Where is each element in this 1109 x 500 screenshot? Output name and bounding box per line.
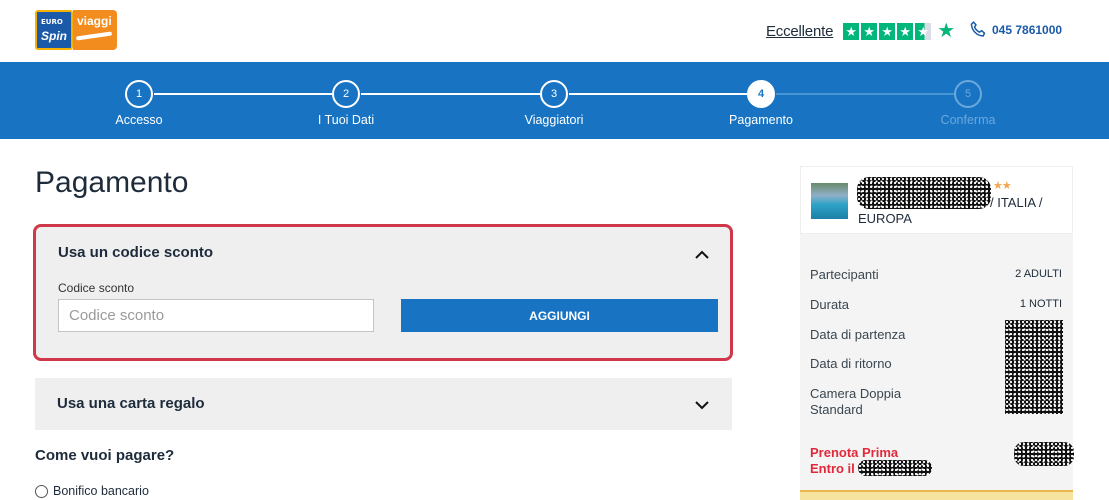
step-number: 3 xyxy=(540,80,568,108)
summary-label: Camera Doppia Standard xyxy=(810,386,902,417)
page-title: Pagamento xyxy=(35,166,189,199)
hotel-region: EUROPA xyxy=(858,211,912,226)
summary-value: 2 ADULTI xyxy=(1015,268,1062,280)
chevron-up-icon[interactable] xyxy=(694,247,710,263)
payment-option-bonifico[interactable]: Bonifico bancario xyxy=(35,484,149,498)
step-label: Accesso xyxy=(115,113,163,127)
logo-spin-text: Spin xyxy=(41,29,67,43)
step-number: 4 xyxy=(747,80,775,108)
half-star-icon: ★ xyxy=(915,22,932,40)
step-number: 1 xyxy=(125,80,153,108)
gift-card-title[interactable]: Usa una carta regalo xyxy=(57,395,205,412)
trustpilot-widget[interactable]: Eccellente ★ ★ ★ ★ ★ ★ xyxy=(766,21,955,41)
star-icon: ★ xyxy=(843,22,860,40)
chevron-down-icon[interactable] xyxy=(694,397,710,413)
gift-card-panel[interactable]: Usa una carta regalo xyxy=(35,378,732,430)
payment-option-label[interactable]: Bonifico bancario xyxy=(53,484,149,498)
step-label: I Tuoi Dati xyxy=(317,113,375,127)
trust-rating-label[interactable]: Eccellente xyxy=(766,23,833,40)
booking-summary: ★★ / ITALIA / EUROPA Partecipanti 2 ADUL… xyxy=(800,166,1074,500)
header: EURO Spin viaggi Eccellente ★ ★ ★ ★ ★ ★ … xyxy=(0,0,1109,62)
summary-row-partecipanti: Partecipanti 2 ADULTI xyxy=(810,267,1062,282)
redacted-dates xyxy=(1005,320,1063,414)
radio-button[interactable] xyxy=(35,484,48,498)
hotel-rating-stars: ★★ xyxy=(993,180,1012,192)
step-pagamento: 4 Pagamento xyxy=(701,80,821,127)
summary-value: 1 NOTTI xyxy=(1019,298,1062,310)
step-label: Conferma xyxy=(940,113,996,127)
step-label: Pagamento xyxy=(729,113,793,127)
summary-label: Data di ritorno xyxy=(810,356,892,371)
phone-number[interactable]: 045 7861000 xyxy=(992,23,1062,37)
hotel-location: / ITALIA / xyxy=(990,195,1043,210)
discount-panel-title[interactable]: Usa un codice sconto xyxy=(58,244,213,261)
summary-row-camera: Camera Doppia Standard xyxy=(810,386,930,418)
star-icon: ★ xyxy=(897,22,914,40)
step-label: Viaggiatori xyxy=(524,113,584,127)
summary-label: Partecipanti xyxy=(810,267,879,282)
trustpilot-logo-icon: ★ xyxy=(937,20,956,42)
eurospin-viaggi-logo[interactable]: EURO Spin viaggi xyxy=(35,10,117,50)
discount-code-panel: Usa un codice sconto Codice sconto AGGIU… xyxy=(33,224,733,361)
redacted-promo-price xyxy=(1014,442,1074,466)
logo-swoosh xyxy=(75,31,113,41)
hotel-header: ★★ / ITALIA / EUROPA xyxy=(800,166,1073,234)
phone-icon xyxy=(970,21,986,37)
step-accesso[interactable]: 1 Accesso xyxy=(79,80,199,127)
logo-orange-panel: viaggi xyxy=(73,10,117,50)
checkout-stepper: 1 Accesso 2 I Tuoi Dati 3 Viaggiatori 4 … xyxy=(0,62,1109,139)
phone-contact[interactable]: 045 7861000 xyxy=(968,20,1062,40)
step-number: 2 xyxy=(332,80,360,108)
summary-label: Data di partenza xyxy=(810,327,906,342)
star-icon: ★ xyxy=(861,22,878,40)
redacted-hotel-name xyxy=(857,177,991,209)
sidebar-bottom-strip xyxy=(800,490,1073,500)
discount-field-label: Codice sconto xyxy=(58,281,135,295)
logo-euro-text: EURO xyxy=(41,18,63,26)
discount-code-input[interactable] xyxy=(58,299,374,332)
step-viaggiatori[interactable]: 3 Viaggiatori xyxy=(494,80,614,127)
summary-row-durata: Durata 1 NOTTI xyxy=(810,297,1062,312)
redacted-promo-date xyxy=(858,460,932,476)
step-conferma: 5 Conferma xyxy=(908,80,1028,127)
step-number: 5 xyxy=(954,80,982,108)
trust-stars: ★ ★ ★ ★ ★ xyxy=(843,22,932,40)
payment-method-title: Come vuoi pagare? xyxy=(35,447,175,464)
hotel-thumbnail xyxy=(811,183,848,219)
star-icon: ★ xyxy=(879,22,896,40)
logo-viaggi-text: viaggi xyxy=(77,14,112,28)
summary-label: Durata xyxy=(810,297,850,312)
add-discount-button[interactable]: AGGIUNGI xyxy=(401,299,718,332)
promo-line-1: Prenota Prima xyxy=(810,445,899,460)
step-i-tuoi-dati[interactable]: 2 I Tuoi Dati xyxy=(286,80,406,127)
logo-blue-panel: EURO Spin xyxy=(35,10,73,50)
